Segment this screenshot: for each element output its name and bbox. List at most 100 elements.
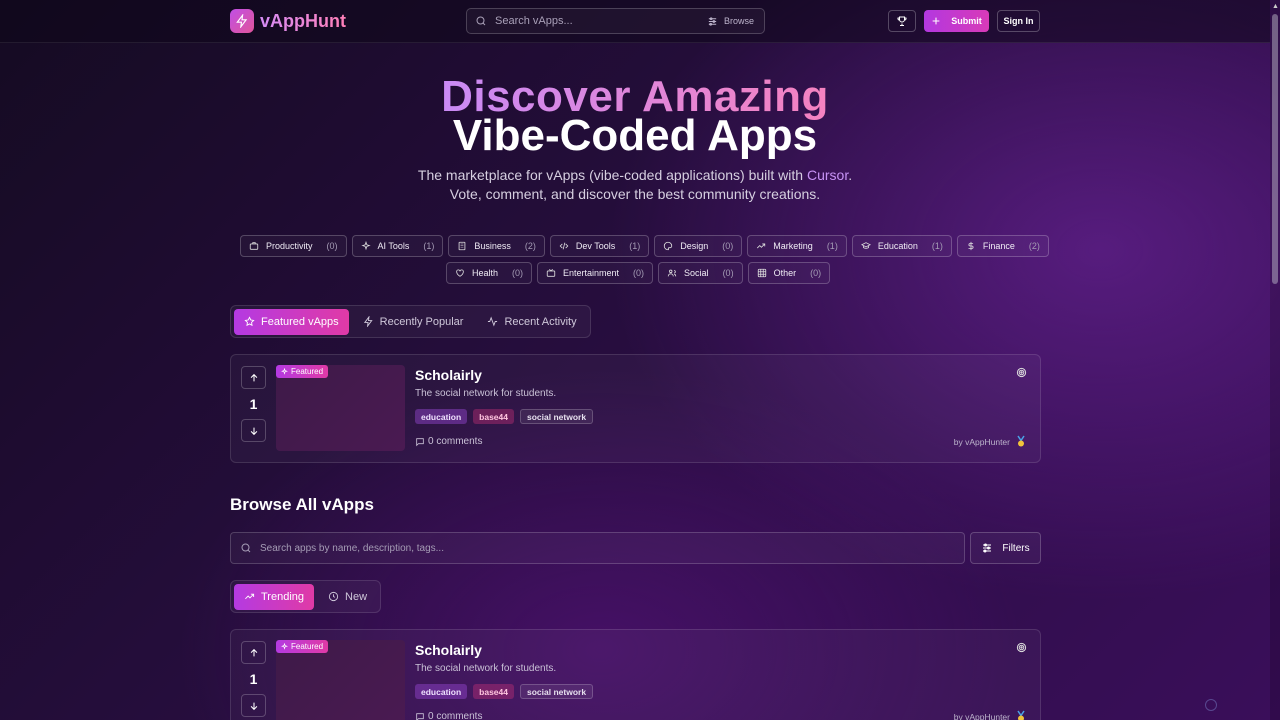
upvote-button[interactable] bbox=[241, 641, 266, 664]
hero-title-line2: Vibe-Coded Apps bbox=[452, 111, 818, 160]
palette-icon bbox=[663, 241, 673, 251]
target-icon[interactable] bbox=[1016, 367, 1027, 378]
submit-label: Submit bbox=[951, 16, 982, 26]
author-byline[interactable]: by vAppHunter bbox=[954, 710, 1027, 720]
clock-icon bbox=[328, 591, 339, 602]
tag-education[interactable]: education bbox=[415, 409, 468, 424]
app-title[interactable]: Scholairly bbox=[415, 642, 482, 658]
category-social[interactable]: Social (0) bbox=[658, 262, 743, 284]
tag-list: education base44 social network bbox=[415, 684, 594, 699]
code-icon bbox=[559, 241, 569, 251]
arrow-up-icon bbox=[249, 648, 259, 658]
category-education[interactable]: Education (1) bbox=[851, 235, 952, 257]
plus-icon bbox=[931, 16, 941, 26]
category-row-2: Health (0) Entertainment (0) Social (0) Oth… bbox=[446, 262, 831, 284]
arrow-down-icon bbox=[249, 701, 259, 711]
brand-name: vAppHunt bbox=[260, 10, 346, 31]
category-ai-tools[interactable]: AI Tools (1) bbox=[351, 235, 444, 257]
app-card[interactable]: 1 Featured Scholairly The social network… bbox=[230, 629, 1041, 720]
search-icon bbox=[240, 542, 252, 554]
vote-count: 1 bbox=[249, 671, 258, 687]
featured-app-card[interactable]: 1 Featured Scholairly The social network… bbox=[230, 354, 1041, 463]
sliders-icon bbox=[981, 542, 993, 554]
sign-in-button[interactable]: Sign In bbox=[997, 10, 1040, 32]
category-design[interactable]: Design (0) bbox=[654, 235, 743, 257]
comment-icon bbox=[415, 437, 425, 447]
comment-icon bbox=[415, 712, 425, 720]
activity-icon bbox=[487, 316, 498, 327]
app-thumbnail[interactable]: Featured bbox=[276, 640, 405, 720]
filters-button[interactable]: Filters bbox=[970, 532, 1041, 564]
trending-up-icon bbox=[244, 591, 255, 602]
tab-recently-popular[interactable]: Recently Popular bbox=[353, 309, 474, 335]
trending-up-icon bbox=[756, 241, 766, 251]
tab-new[interactable]: New bbox=[318, 584, 377, 610]
scroll-thumb[interactable] bbox=[1272, 14, 1278, 284]
tag-base44[interactable]: base44 bbox=[473, 409, 514, 424]
grid-icon bbox=[757, 268, 767, 278]
app-description: The social network for students. bbox=[415, 663, 557, 674]
category-finance[interactable]: Finance (2) bbox=[956, 235, 1049, 257]
vote-count: 1 bbox=[249, 396, 258, 412]
browse-sort-tabs: Trending New bbox=[230, 580, 382, 613]
featured-badge: Featured bbox=[276, 365, 329, 378]
global-search-input[interactable]: Search vApps... Browse bbox=[466, 8, 765, 34]
floating-widget-icon[interactable] bbox=[1205, 699, 1217, 711]
scroll-up-arrow-icon[interactable]: ▲ bbox=[1272, 3, 1279, 10]
search-placeholder: Search vApps... bbox=[495, 15, 573, 27]
sparkles-icon bbox=[281, 643, 288, 650]
category-row-1: Productivity (0) AI Tools (1) Business (2) … bbox=[240, 235, 1049, 257]
category-productivity[interactable]: Productivity (0) bbox=[240, 235, 347, 257]
sparkles-icon bbox=[360, 241, 371, 251]
app-thumbnail[interactable]: Featured bbox=[276, 365, 405, 451]
search-icon bbox=[475, 15, 487, 27]
hero-subtitle: The marketplace for vApps (vibe-coded ap… bbox=[417, 167, 853, 202]
author-byline[interactable]: by vAppHunter bbox=[954, 435, 1027, 448]
tv-icon bbox=[546, 268, 556, 278]
building-icon bbox=[457, 241, 467, 251]
tag-social-network[interactable]: social network bbox=[520, 409, 594, 424]
browse-button[interactable]: Browse bbox=[707, 16, 754, 27]
page-scrollbar[interactable]: ▲ bbox=[1270, 0, 1280, 720]
arrow-down-icon bbox=[249, 426, 259, 436]
medal-icon bbox=[1015, 435, 1027, 448]
arrow-up-icon bbox=[249, 373, 259, 383]
tab-recent-activity[interactable]: Recent Activity bbox=[477, 309, 586, 335]
category-marketing[interactable]: Marketing (1) bbox=[747, 235, 847, 257]
category-business[interactable]: Business (2) bbox=[448, 235, 545, 257]
category-other[interactable]: Other (0) bbox=[747, 262, 831, 284]
tag-base44[interactable]: base44 bbox=[473, 684, 514, 699]
category-entertainment[interactable]: Entertainment (0) bbox=[537, 262, 654, 284]
brand-logo[interactable]: vAppHunt bbox=[230, 9, 346, 33]
dollar-icon bbox=[966, 241, 976, 251]
app-title[interactable]: Scholairly bbox=[415, 367, 482, 383]
target-icon[interactable] bbox=[1016, 642, 1027, 653]
downvote-button[interactable] bbox=[241, 694, 266, 717]
tag-social-network[interactable]: social network bbox=[520, 684, 594, 699]
browse-section-title: Browse All vApps bbox=[230, 495, 374, 514]
tag-education[interactable]: education bbox=[415, 684, 468, 699]
briefcase-icon bbox=[249, 241, 259, 251]
comments-link[interactable]: 0 comments bbox=[415, 436, 482, 447]
sparkles-icon bbox=[281, 368, 288, 375]
browse-label: Browse bbox=[723, 16, 754, 26]
app-search-input[interactable]: Search apps by name, description, tags..… bbox=[230, 532, 965, 564]
category-health[interactable]: Health (0) bbox=[446, 262, 533, 284]
downvote-button[interactable] bbox=[241, 419, 266, 442]
tag-list: education base44 social network bbox=[415, 409, 594, 424]
feature-tabs: Featured vApps Recently Popular Recent A… bbox=[230, 305, 591, 338]
medal-icon bbox=[1015, 710, 1027, 720]
sliders-icon bbox=[707, 16, 718, 27]
trophy-icon bbox=[896, 15, 908, 27]
leaderboard-button[interactable] bbox=[888, 10, 916, 32]
users-icon bbox=[667, 268, 677, 278]
cursor-link[interactable]: Cursor bbox=[807, 167, 848, 183]
tab-featured-vapps[interactable]: Featured vApps bbox=[234, 308, 349, 335]
category-dev-tools[interactable]: Dev Tools (1) bbox=[549, 235, 650, 257]
lightning-icon bbox=[363, 316, 374, 327]
tab-trending[interactable]: Trending bbox=[234, 583, 315, 610]
submit-button[interactable]: Submit bbox=[924, 10, 989, 32]
upvote-button[interactable] bbox=[241, 366, 266, 389]
comments-link[interactable]: 0 comments bbox=[415, 711, 482, 720]
lightning-icon bbox=[230, 9, 254, 33]
